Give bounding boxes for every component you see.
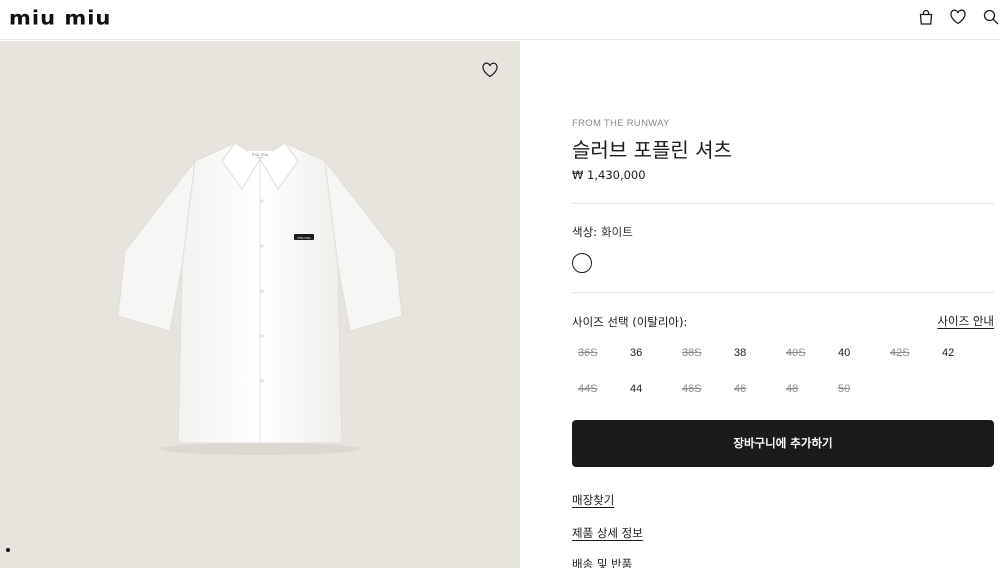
size-option-44[interactable]: 44 bbox=[624, 379, 664, 399]
shipping-returns-link[interactable]: 배송 및 반품 bbox=[572, 556, 632, 568]
site-header: miu miu bbox=[0, 0, 1000, 40]
size-selector-label: 사이즈 선택 (이탈리아): bbox=[572, 315, 688, 329]
divider bbox=[572, 203, 994, 204]
color-swatch-white[interactable] bbox=[572, 253, 592, 273]
svg-text:miu miu: miu miu bbox=[297, 236, 310, 240]
size-option-38[interactable]: 38 bbox=[728, 343, 768, 363]
size-option-36s: 36S bbox=[578, 347, 598, 359]
product-gallery[interactable]: miu miu miu miu bbox=[0, 41, 520, 568]
heart-icon[interactable] bbox=[949, 8, 967, 26]
size-option-42s: 42S bbox=[890, 347, 910, 359]
divider bbox=[572, 292, 994, 293]
gallery-pagination-dot[interactable] bbox=[6, 548, 10, 552]
size-option-38s: 38S bbox=[682, 347, 702, 359]
wishlist-heart-icon[interactable] bbox=[481, 61, 499, 79]
size-option-40s: 40S bbox=[786, 347, 806, 359]
size-option-50: 50 bbox=[838, 383, 851, 395]
color-value: 화이트 bbox=[601, 225, 633, 239]
size-option-40[interactable]: 40 bbox=[832, 343, 872, 363]
svg-text:miu miu: miu miu bbox=[252, 152, 269, 157]
product-info-panel: FROM THE RUNWAY 슬러브 포플린 셔츠 ₩ 1,430,000 색… bbox=[572, 41, 994, 568]
size-option-46: 46 bbox=[734, 383, 747, 395]
size-option-44s: 44S bbox=[578, 383, 598, 395]
color-label-text: 색상: bbox=[572, 225, 598, 239]
product-title: 슬러브 포플린 셔츠 bbox=[572, 138, 732, 162]
bag-icon[interactable] bbox=[917, 8, 935, 26]
size-option-36[interactable]: 36 bbox=[624, 343, 664, 363]
product-eyebrow: FROM THE RUNWAY bbox=[572, 118, 670, 129]
size-option-46s: 46S bbox=[682, 383, 702, 395]
size-option-48: 48 bbox=[786, 383, 799, 395]
color-selector-label: 색상: 화이트 bbox=[572, 224, 633, 240]
size-guide-link[interactable]: 사이즈 안내 bbox=[937, 313, 994, 329]
size-option-42[interactable]: 42 bbox=[936, 343, 976, 363]
add-to-cart-button[interactable]: 장바구니에 추가하기 bbox=[572, 420, 994, 467]
product-image-shirt: miu miu miu miu bbox=[117, 142, 403, 455]
product-price: ₩ 1,430,000 bbox=[572, 168, 646, 182]
store-locator-link[interactable]: 매장찾기 bbox=[572, 492, 614, 508]
brand-logo[interactable]: miu miu bbox=[9, 7, 111, 30]
search-icon[interactable] bbox=[982, 8, 1000, 26]
product-details-link[interactable]: 제품 상세 정보 bbox=[572, 525, 643, 541]
